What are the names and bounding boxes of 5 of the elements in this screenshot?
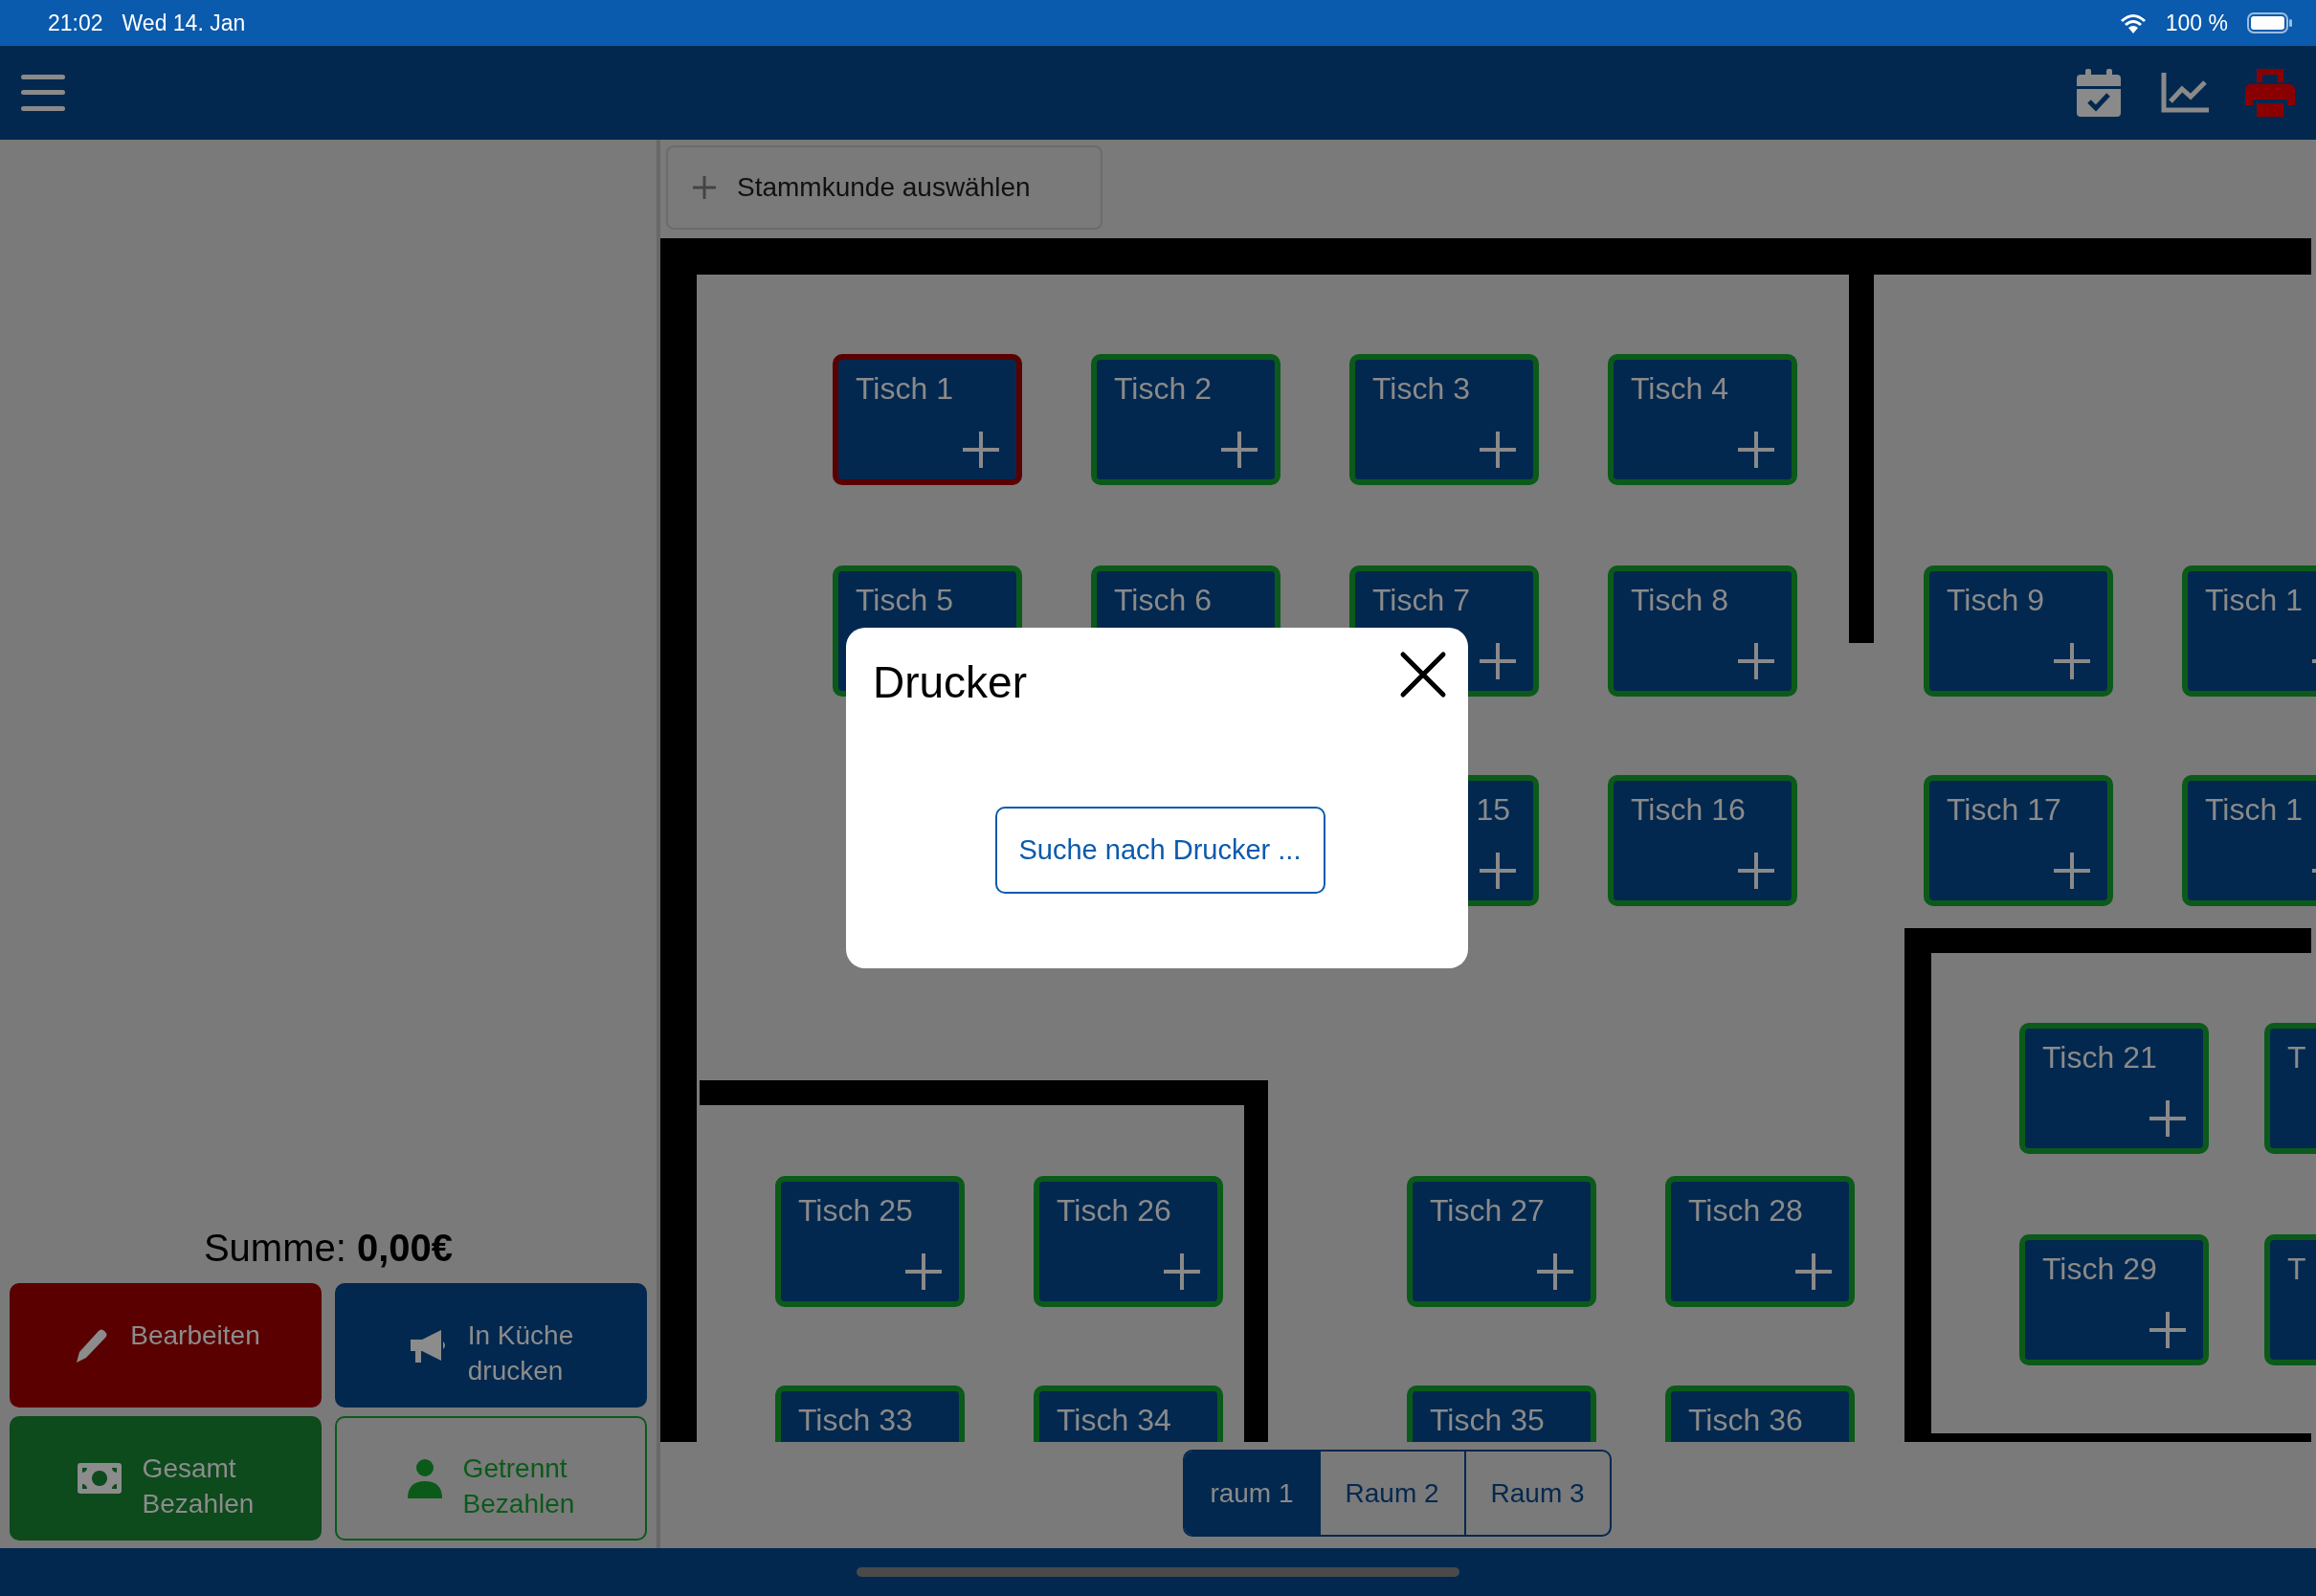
dialog-title: Drucker [873, 656, 1028, 708]
total-sum: Summe: 0,00€ [202, 1227, 455, 1270]
status-date: Wed 14. Jan [122, 10, 246, 36]
status-time: 21:02 [48, 10, 103, 36]
battery-percent: 100 % [2165, 10, 2228, 36]
